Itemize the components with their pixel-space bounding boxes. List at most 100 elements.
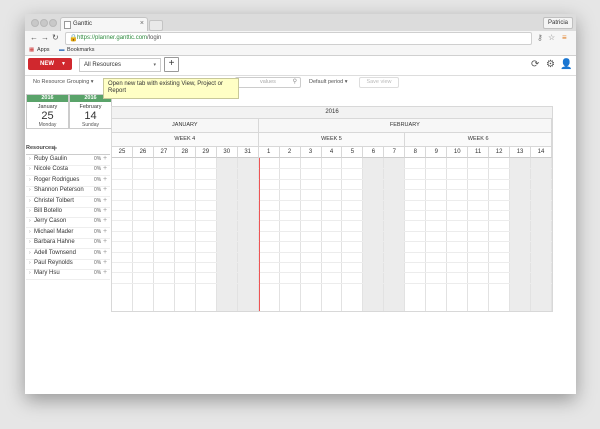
tab-close-icon[interactable]: × xyxy=(140,20,144,27)
day-column[interactable] xyxy=(384,158,406,311)
resource-name: Barbara Hahne xyxy=(34,239,75,246)
bookmarks-bar: ▦ Apps ▬ Bookmarks xyxy=(25,45,576,56)
utilization-value: 0% xyxy=(94,156,102,162)
add-task-icon[interactable]: + xyxy=(103,269,107,276)
search-input[interactable]: values ⚲ xyxy=(235,77,301,88)
end-date-picker[interactable]: 2016 February 14 Sunday xyxy=(69,94,112,129)
apps-icon: ▦ xyxy=(29,47,35,53)
resource-row[interactable]: › Shannon Peterson 0% + xyxy=(26,186,110,198)
day-header: 14 xyxy=(531,147,552,158)
day-column[interactable] xyxy=(531,158,552,311)
utilization-value: 0% xyxy=(94,239,102,246)
resource-row[interactable]: › Nicole Costa 0% + xyxy=(26,165,110,177)
day-column[interactable] xyxy=(237,158,259,311)
bookmark-bookmarks[interactable]: Bookmarks xyxy=(67,47,95,53)
add-task-icon[interactable]: + xyxy=(103,249,107,256)
resource-row[interactable]: › Paul Reynolds 0% + xyxy=(26,259,110,270)
add-task-icon[interactable]: + xyxy=(103,197,107,204)
resource-row[interactable]: › Mary Hsu 0% + xyxy=(26,269,110,281)
add-task-icon[interactable]: + xyxy=(103,155,107,162)
expand-icon[interactable]: › xyxy=(29,156,31,162)
day-column[interactable] xyxy=(405,158,427,311)
day-column[interactable] xyxy=(342,158,364,311)
add-task-icon[interactable]: + xyxy=(103,228,107,235)
expand-icon[interactable]: › xyxy=(29,177,31,183)
resource-row[interactable]: › Bill Botello 0% + xyxy=(26,207,110,218)
bookmark-apps[interactable]: Apps xyxy=(37,47,50,53)
add-tab-button[interactable]: + xyxy=(164,57,179,72)
day-column[interactable] xyxy=(426,158,448,311)
add-task-icon[interactable]: + xyxy=(103,259,107,266)
add-task-icon[interactable]: + xyxy=(103,238,107,245)
day-column[interactable] xyxy=(216,158,238,311)
resource-row[interactable]: › Jerry Cason 0% + xyxy=(26,217,110,229)
expand-icon[interactable]: › xyxy=(29,187,31,193)
day-column[interactable] xyxy=(447,158,469,311)
utilization-value: 0% xyxy=(94,187,102,194)
resource-row[interactable]: › Roger Rodrigues 0% + xyxy=(26,176,110,187)
add-task-icon[interactable]: + xyxy=(103,165,107,172)
profile-button[interactable]: Patricia xyxy=(542,17,573,29)
day-header: 9 xyxy=(426,147,448,158)
period-select[interactable]: Default period ▾ xyxy=(309,79,348,85)
star-icon[interactable]: ☆ xyxy=(548,33,555,42)
expand-icon[interactable]: › xyxy=(29,229,31,235)
expand-icon[interactable]: › xyxy=(29,260,31,266)
save-view-button[interactable]: Save view xyxy=(359,77,399,88)
day-column[interactable] xyxy=(322,158,343,311)
day-column[interactable] xyxy=(489,158,511,311)
menu-icon[interactable]: ≡ xyxy=(562,33,567,42)
refresh-icon[interactable]: ⟳ xyxy=(531,59,539,70)
day-column[interactable] xyxy=(112,158,133,311)
resource-row[interactable]: › Adell Townsend 0% + xyxy=(26,249,110,260)
day-header: 31 xyxy=(237,147,259,158)
add-task-icon[interactable]: + xyxy=(103,176,107,183)
add-task-icon[interactable]: + xyxy=(103,217,107,224)
new-button[interactable]: NEW ▼ xyxy=(28,58,72,70)
key-icon[interactable]: ⚷ xyxy=(537,33,543,42)
zoom-window-button[interactable] xyxy=(49,19,57,27)
day-column[interactable] xyxy=(301,158,322,311)
day-column[interactable] xyxy=(363,158,385,311)
minimize-window-button[interactable] xyxy=(40,19,48,27)
row-divider xyxy=(112,178,552,180)
day-column[interactable] xyxy=(196,158,217,311)
new-tab-button[interactable] xyxy=(149,20,163,31)
grouping-select[interactable]: No Resource Grouping ▾ xyxy=(33,79,94,85)
expand-icon[interactable]: › xyxy=(29,208,31,214)
utilization-value: 0% xyxy=(94,166,102,173)
user-icon[interactable]: 👤 xyxy=(560,59,572,70)
day-column[interactable] xyxy=(468,158,490,311)
add-resource-icon[interactable]: + xyxy=(52,143,57,153)
day-column[interactable] xyxy=(154,158,175,311)
day-column[interactable] xyxy=(133,158,154,311)
utilization-value: 0% xyxy=(94,249,102,256)
expand-icon[interactable]: › xyxy=(29,239,31,245)
view-select[interactable]: All Resources ▾ xyxy=(79,58,161,72)
ganttic-app: NEW ▼ All Resources ▾ + ⟳ ⚙ 👤 Open new t… xyxy=(25,56,576,394)
forward-icon[interactable]: → xyxy=(41,33,49,42)
day-column[interactable] xyxy=(280,158,301,311)
reload-icon[interactable]: ↻ xyxy=(52,33,59,42)
close-window-button[interactable] xyxy=(31,19,39,27)
resource-row[interactable]: › Christel Tolbert 0% + xyxy=(26,197,110,208)
back-icon[interactable]: ← xyxy=(30,33,38,42)
expand-icon[interactable]: › xyxy=(29,198,31,204)
resource-row[interactable]: › Michael Mader 0% + xyxy=(26,228,110,239)
resource-row[interactable]: › Barbara Hahne 0% + xyxy=(26,238,110,250)
day-column[interactable] xyxy=(259,158,280,311)
gear-icon[interactable]: ⚙ xyxy=(546,59,555,70)
start-date-picker[interactable]: 2016 January 25 Monday xyxy=(26,94,69,129)
add-task-icon[interactable]: + xyxy=(103,186,107,193)
resource-name: Jerry Cason xyxy=(34,218,67,225)
address-bar[interactable]: 🔒 https://planner.ganttic.com/login xyxy=(65,32,532,45)
resource-row[interactable]: › Ruby Gaulin 0% + xyxy=(26,155,110,166)
day-column[interactable] xyxy=(175,158,196,311)
day-column[interactable] xyxy=(510,158,532,311)
expand-icon[interactable]: › xyxy=(29,270,31,276)
expand-icon[interactable]: › xyxy=(29,166,31,172)
browser-tab[interactable]: Ganttic × xyxy=(60,17,148,32)
expand-icon[interactable]: › xyxy=(29,218,31,224)
expand-icon[interactable]: › xyxy=(29,250,31,256)
add-task-icon[interactable]: + xyxy=(103,207,107,214)
